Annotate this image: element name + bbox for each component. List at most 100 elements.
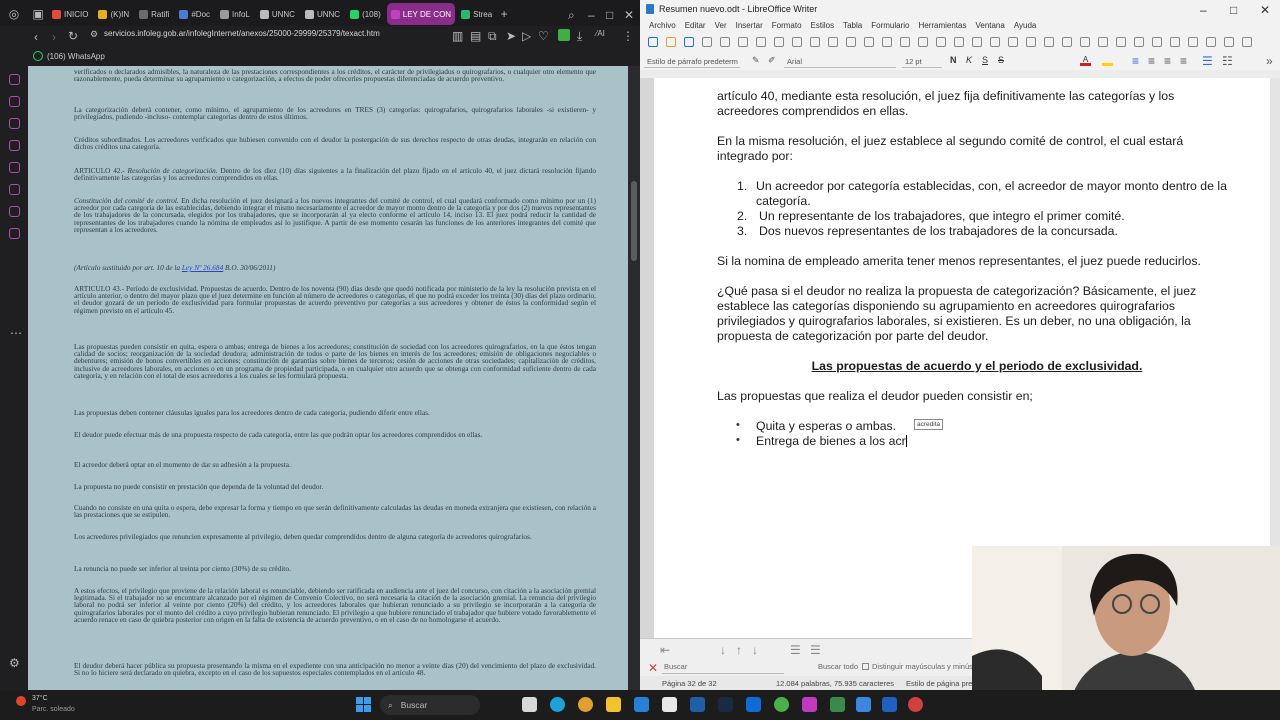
toolbar-button-icon[interactable]: [702, 37, 712, 47]
match-case-checkbox[interactable]: [862, 663, 869, 670]
status-page-style[interactable]: Estilo de página pre: [906, 679, 972, 688]
horizontal-ruler[interactable]: [640, 70, 1280, 78]
law-link[interactable]: Ley Nº 26.684: [182, 263, 223, 272]
toolbar-button-icon[interactable]: [774, 37, 784, 47]
sidebar-app-icon[interactable]: [9, 206, 20, 217]
toolbar-button-icon[interactable]: [936, 37, 946, 47]
web-document-view[interactable]: verificados o declarados admisibles, la …: [28, 66, 628, 690]
scrollbar-thumb[interactable]: [631, 181, 637, 261]
app-icon[interactable]: [830, 697, 845, 712]
justify-icon[interactable]: ≡: [1180, 54, 1187, 68]
toolbar-button-icon[interactable]: [738, 37, 748, 47]
browser-tab[interactable]: Strea: [457, 3, 496, 25]
browser-tab[interactable]: INICIO: [48, 3, 92, 25]
site-info-icon[interactable]: ⚙: [90, 29, 98, 40]
player-icon[interactable]: ▷: [522, 29, 531, 43]
app-icon[interactable]: [882, 697, 897, 712]
status-words[interactable]: 12.084 palabras, 75.935 caracteres: [776, 679, 894, 688]
url-field[interactable]: servicios.infoleg.gob.ar/infolegInternet…: [104, 29, 380, 38]
app-icon[interactable]: [746, 697, 761, 712]
app-icon[interactable]: [908, 697, 923, 712]
find-input[interactable]: Buscar: [662, 659, 784, 674]
numbered-list-icon[interactable]: ☷: [1222, 54, 1233, 68]
toolbar-button-icon[interactable]: [1188, 37, 1198, 47]
reader-icon[interactable]: ▥: [452, 29, 463, 43]
toolbar-button-icon[interactable]: [990, 37, 1000, 47]
app-icon[interactable]: [774, 697, 789, 712]
minimize-icon[interactable]: –: [1200, 3, 1207, 17]
close-icon[interactable]: ✕: [624, 8, 634, 22]
toolbar-button-icon[interactable]: [1116, 37, 1126, 47]
taskview-icon[interactable]: [522, 697, 537, 712]
menu-icon[interactable]: ⋮: [622, 29, 634, 43]
browser-tab[interactable]: Ratifi: [135, 3, 173, 25]
send-icon[interactable]: ➤: [506, 29, 516, 43]
more-icon[interactable]: »: [1266, 54, 1273, 68]
align-right-icon[interactable]: ≡: [1164, 54, 1171, 68]
browser-tab[interactable]: LEY DE CON: [386, 3, 456, 25]
reload-icon[interactable]: ↻: [68, 29, 78, 43]
align-left-icon[interactable]: ≡: [1132, 54, 1139, 68]
menu-item[interactable]: Tabla: [843, 21, 862, 30]
sidebar-app-icon[interactable]: [9, 118, 20, 129]
nav-icon[interactable]: ☰: [790, 643, 801, 657]
highlight-icon[interactable]: [1102, 56, 1113, 66]
bold-icon[interactable]: N: [950, 55, 957, 65]
toolbar-button-icon[interactable]: [720, 37, 730, 47]
toolbar-button-icon[interactable]: [1062, 37, 1072, 47]
status-page[interactable]: Página 32 de 32: [662, 679, 717, 688]
close-icon[interactable]: ✕: [1260, 3, 1270, 17]
browser-tab[interactable]: UNNC: [301, 3, 344, 25]
menu-item[interactable]: Formato: [772, 21, 802, 30]
search-tabs-icon[interactable]: ⌕: [568, 8, 575, 23]
toolbar-button-icon[interactable]: [864, 37, 874, 47]
menu-item[interactable]: Insertar: [736, 21, 763, 30]
italic-icon[interactable]: K: [966, 55, 972, 65]
nav-icon[interactable]: ↑: [736, 643, 742, 657]
close-find-icon[interactable]: ✕: [648, 661, 658, 675]
toolbar-button-icon[interactable]: [1044, 37, 1054, 47]
toolbar-button-icon[interactable]: [882, 37, 892, 47]
browser-tab[interactable]: (K)IN: [94, 3, 133, 25]
app-icon[interactable]: [856, 697, 871, 712]
sidebar-app-icon[interactable]: [9, 74, 20, 85]
extension-icon[interactable]: [558, 29, 570, 41]
app-icon[interactable]: [802, 697, 817, 712]
font-color-icon[interactable]: A: [1080, 56, 1091, 66]
favorite-icon[interactable]: ♡: [538, 29, 549, 43]
font-name-combo[interactable]: Arial: [784, 55, 896, 68]
browser-icon[interactable]: [578, 697, 593, 712]
toolbar-button-icon[interactable]: [1152, 37, 1162, 47]
nav-icon[interactable]: ↓: [752, 643, 758, 657]
align-center-icon[interactable]: ≡: [1148, 54, 1155, 68]
sidebar-icon[interactable]: ▤: [470, 29, 481, 43]
toolbar-button-icon[interactable]: [1098, 37, 1108, 47]
toolbar-button-icon[interactable]: [756, 37, 766, 47]
sidebar-more-icon[interactable]: ⋯: [10, 326, 22, 340]
nav-icon[interactable]: ⇤: [660, 643, 670, 657]
maximize-icon[interactable]: □: [1230, 3, 1237, 17]
toolbar-button-icon[interactable]: [846, 37, 856, 47]
underline-icon[interactable]: S: [982, 55, 988, 65]
browser-profile-icon[interactable]: ◎: [0, 7, 28, 21]
toolbar-button-icon[interactable]: [792, 37, 802, 47]
browser-tab[interactable]: UNNC: [256, 3, 299, 25]
edge-icon[interactable]: [550, 697, 565, 712]
toolbar-button-icon[interactable]: [684, 37, 694, 47]
sidebar-settings-icon[interactable]: ⚙: [9, 656, 20, 670]
toolbar-button-icon[interactable]: [1170, 37, 1180, 47]
toolbar-button-icon[interactable]: [1242, 37, 1252, 47]
start-icon[interactable]: [356, 697, 371, 712]
menu-item[interactable]: Archivo: [649, 21, 676, 30]
toolbar-button-icon[interactable]: [810, 37, 820, 47]
forward-icon[interactable]: ›: [52, 30, 56, 44]
menu-item[interactable]: Ver: [715, 21, 727, 30]
toolbar-button-icon[interactable]: [1008, 37, 1018, 47]
toolbar-button-icon[interactable]: [1134, 37, 1144, 47]
browser-scrollbar[interactable]: [628, 66, 640, 690]
browser-tab[interactable]: InfoL: [216, 3, 254, 25]
app-icon[interactable]: [690, 697, 705, 712]
bookmark-whatsapp[interactable]: (106) WhatsApp: [47, 52, 105, 61]
menu-item[interactable]: Editar: [685, 21, 706, 30]
bullet-list-icon[interactable]: ☰: [1202, 54, 1213, 68]
